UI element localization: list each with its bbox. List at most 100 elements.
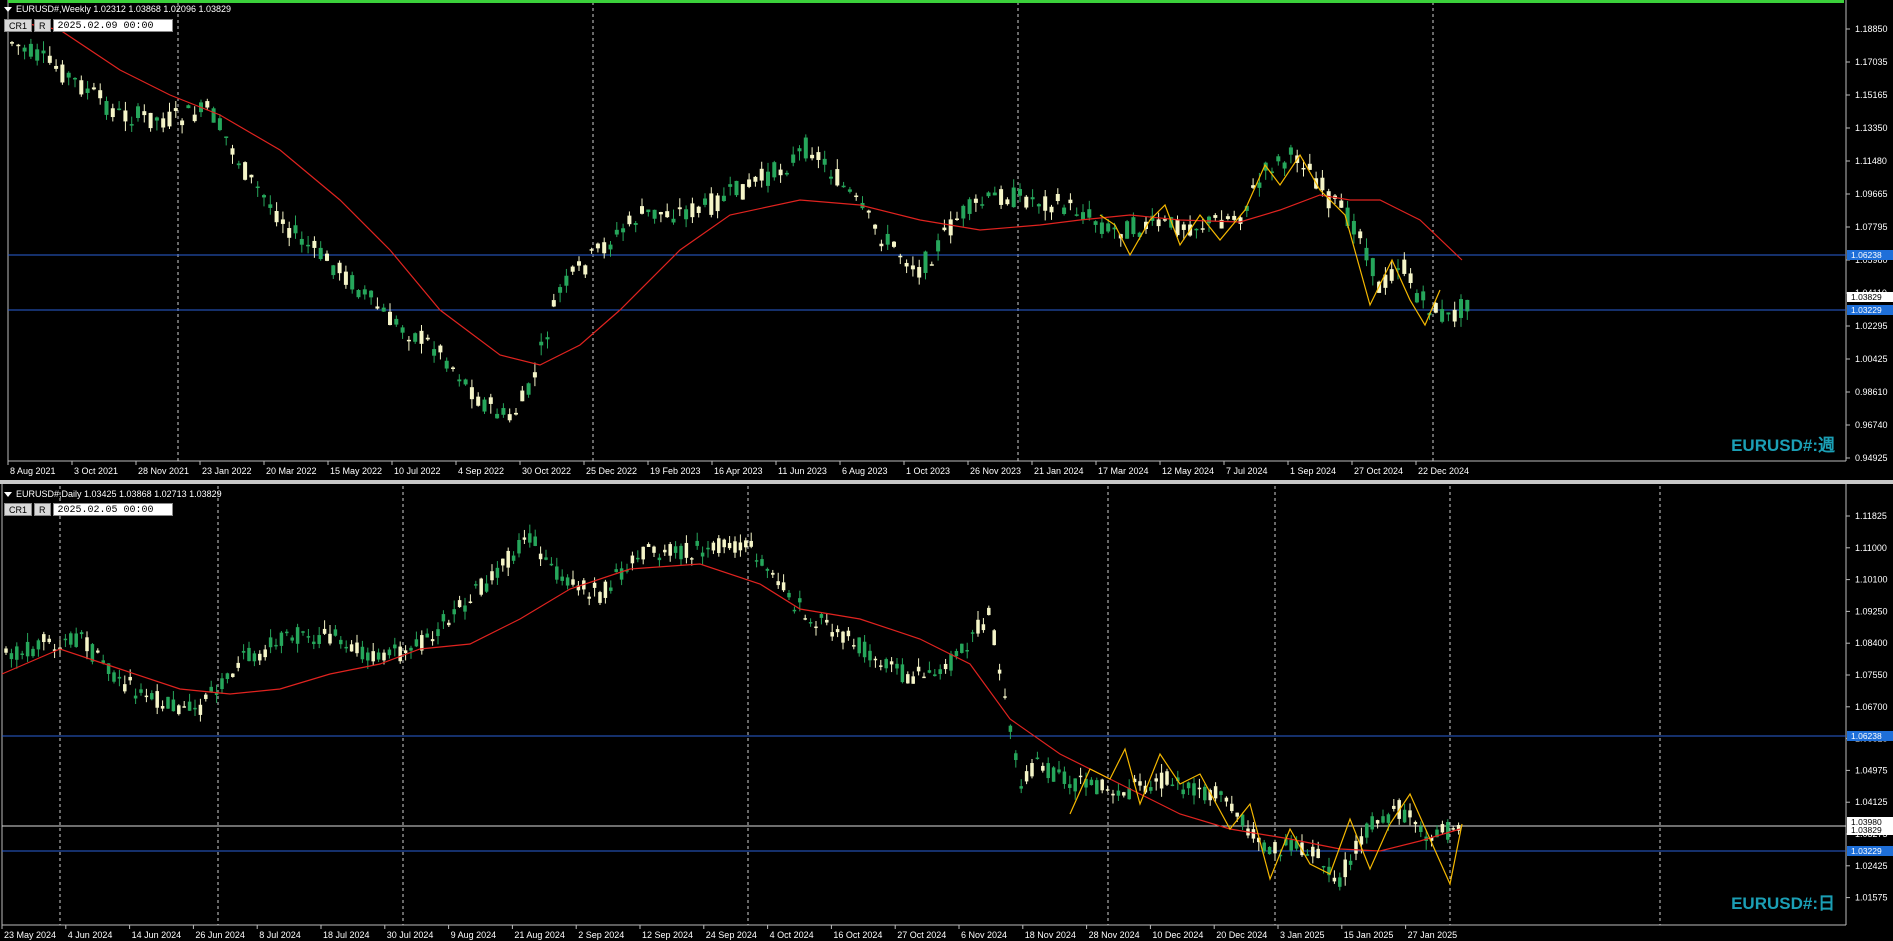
time-label: 27 Jan 2025 — [1408, 930, 1458, 940]
candle-body — [663, 549, 667, 553]
candle-body — [187, 701, 192, 711]
candle-body — [846, 630, 851, 637]
candle-body — [25, 641, 30, 657]
candle-body — [560, 576, 564, 581]
candle-body — [1057, 769, 1061, 773]
candle-body — [671, 218, 676, 223]
candle-body — [668, 544, 672, 556]
candle-body — [608, 244, 613, 250]
candle-body — [1451, 828, 1455, 830]
candle-body — [1049, 206, 1054, 213]
candle-body — [452, 609, 456, 615]
candle-body — [35, 49, 40, 61]
candle-body — [1018, 189, 1022, 196]
candle-body — [369, 290, 374, 298]
candle-body — [810, 154, 815, 159]
price-label: 0.94925 — [1855, 453, 1888, 463]
candle-body — [325, 253, 329, 261]
candle-body — [20, 653, 24, 656]
price-label: 1.11480 — [1855, 156, 1887, 166]
candle-body — [36, 640, 41, 650]
weekly-date-input[interactable]: 2025.02.09 00:00 — [52, 19, 173, 32]
candle-body — [1093, 221, 1098, 225]
candle-body — [161, 118, 166, 128]
candle-body — [180, 120, 185, 126]
daily-chart-canvas[interactable]: 1.11825 1.11000 1.10100 1.09250 1.08400 1.075… — [0, 484, 1893, 941]
candle-body — [463, 379, 468, 385]
candle-body — [1068, 199, 1073, 204]
candle-body — [85, 637, 89, 652]
top-border-line — [8, 0, 1844, 3]
candle-body — [677, 207, 682, 210]
cr1-button[interactable]: CR1 — [4, 19, 33, 32]
candle-body — [85, 88, 90, 93]
price-label: 1.17035 — [1855, 57, 1888, 67]
daily-chart-pane[interactable]: 1.11825 1.11000 1.10100 1.09250 1.08400 1.075… — [0, 484, 1893, 941]
candle-body — [1116, 790, 1121, 796]
collapse-triangle-icon[interactable] — [4, 492, 12, 498]
candle-body — [328, 633, 332, 644]
candle-body — [778, 169, 783, 176]
candle-body — [749, 540, 753, 547]
candle-body — [1267, 846, 1272, 855]
candle-body — [511, 555, 516, 561]
candle-body — [231, 673, 235, 677]
weekly-chart-pane[interactable]: 1.18850 1.17035 1.15165 1.13350 1.11480 1.096… — [0, 0, 1893, 480]
daily-date-input[interactable]: 2025.02.05 00:00 — [52, 503, 173, 516]
candle-body — [306, 636, 311, 638]
candle-body — [627, 215, 632, 225]
candle-body — [754, 560, 759, 562]
candle-body — [997, 669, 1002, 674]
candle-body — [339, 639, 343, 645]
candle-body — [1365, 823, 1369, 838]
candle-body — [866, 210, 871, 213]
candle-body — [507, 414, 512, 421]
r-button[interactable]: R — [34, 19, 51, 32]
collapse-triangle-icon[interactable] — [4, 7, 12, 13]
candle-body — [54, 65, 59, 69]
time-label: 22 Dec 2024 — [1418, 466, 1469, 476]
r-button[interactable]: R — [34, 503, 51, 516]
candle-body — [403, 650, 408, 654]
candle-body — [803, 618, 807, 620]
candle-body — [344, 646, 348, 649]
candle-body — [1238, 217, 1243, 224]
candle-body — [495, 413, 500, 419]
candle-body — [816, 152, 821, 160]
candle-body — [1078, 775, 1083, 778]
cr1-button[interactable]: CR1 — [4, 503, 33, 516]
candle-body — [1073, 778, 1077, 792]
price-label: 1.04125 — [1855, 797, 1888, 807]
candle-body — [514, 412, 518, 415]
candle-body — [1081, 212, 1085, 220]
price-label: 1.04975 — [1855, 765, 1888, 775]
candle-body — [577, 261, 581, 266]
candle-body — [665, 211, 670, 218]
time-label: 24 Sep 2024 — [706, 930, 757, 940]
weekly-chart-canvas[interactable]: 1.18850 1.17035 1.15165 1.13350 1.11480 1.096… — [0, 0, 1893, 480]
candle-body — [1381, 816, 1385, 823]
candle-body — [123, 684, 127, 692]
candle-body — [911, 676, 915, 684]
candle-body — [160, 706, 165, 709]
candle-body — [155, 691, 159, 708]
candle-body — [1408, 810, 1412, 818]
candle-body — [388, 311, 392, 326]
candle-body — [980, 204, 985, 206]
candle-body — [854, 195, 859, 198]
candle-body — [533, 536, 537, 546]
candle-body — [457, 600, 462, 608]
candle-body — [393, 644, 397, 649]
candle-body — [117, 108, 122, 111]
time-label: 2 Sep 2024 — [578, 930, 624, 940]
candle-body — [1316, 848, 1320, 859]
candle-body — [814, 626, 818, 629]
candle-body — [948, 219, 953, 236]
candle-body — [1035, 757, 1040, 760]
candle-body — [1030, 763, 1034, 777]
candle-body — [66, 72, 71, 78]
candle-body — [1452, 309, 1457, 322]
price-label: 0.98610 — [1855, 387, 1888, 397]
candle-body — [249, 174, 254, 178]
candle-body — [904, 262, 909, 267]
